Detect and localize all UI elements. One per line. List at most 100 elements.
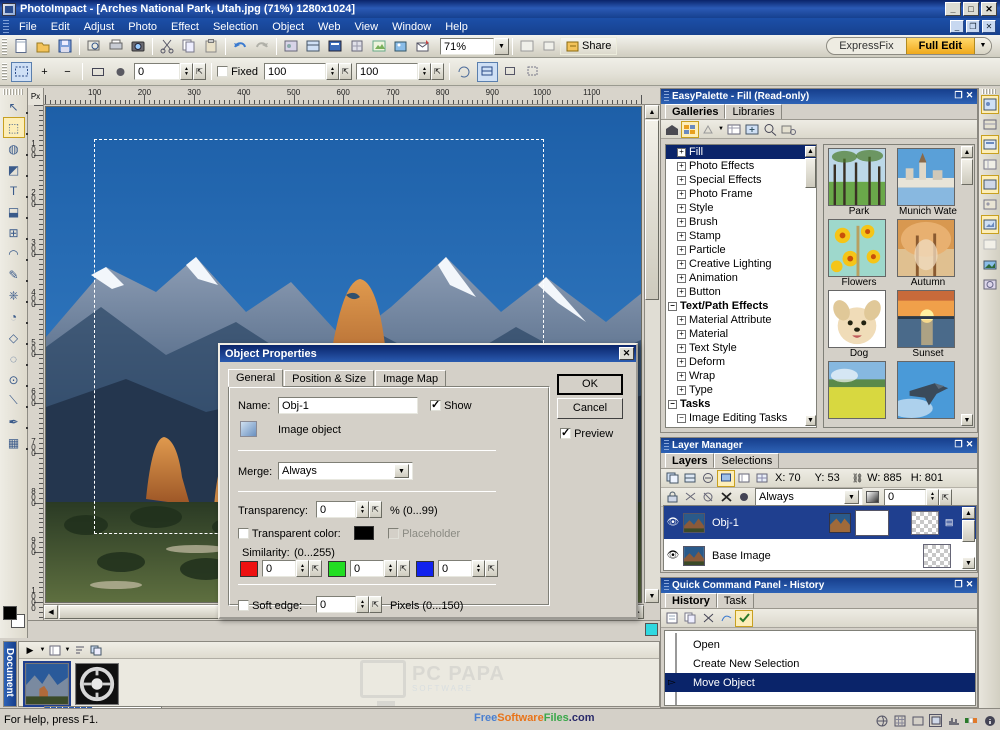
color-swatches[interactable]: [3, 606, 25, 630]
status-fit-icon[interactable]: [911, 714, 924, 727]
similarity-spin-buttons-2[interactable]: ▲ ▼: [472, 560, 485, 577]
opacity-spin-buttons[interactable]: ▲ ▼: [926, 488, 939, 506]
menu-item-photo[interactable]: Photo: [121, 20, 164, 34]
gallery-scroll-up-button[interactable]: ▲: [961, 146, 973, 158]
menu-item-web[interactable]: Web: [311, 20, 347, 34]
soft-edge-checkbox[interactable]: [238, 600, 249, 611]
album-icon[interactable]: [391, 36, 411, 56]
sort-documents-icon[interactable]: [72, 643, 88, 658]
layer-merge-select[interactable]: Always ▼: [755, 488, 863, 506]
layer-merge-dropdown-icon[interactable]: ▼: [844, 490, 859, 504]
maximize-button[interactable]: □: [963, 2, 979, 16]
tree-expander[interactable]: −: [668, 399, 677, 409]
status-histogram-icon[interactable]: [947, 714, 960, 727]
layer-manager-restore-button[interactable]: ❐: [953, 440, 964, 451]
layer-mask-thumbnail[interactable]: [854, 509, 889, 536]
status-color-icon[interactable]: [965, 714, 978, 727]
tree-item-special-effects[interactable]: + Special Effects: [666, 173, 816, 187]
toolbar-grip[interactable]: [2, 37, 7, 55]
softness-icon[interactable]: [110, 62, 131, 82]
transparency-stepper[interactable]: ▲▼ ⇱: [316, 501, 382, 518]
cut-icon[interactable]: [157, 36, 177, 56]
text-tool[interactable]: T: [3, 180, 28, 201]
preview-checkbox[interactable]: [560, 426, 571, 439]
tree-expander[interactable]: +: [677, 245, 686, 255]
retouch-tool[interactable]: ◠: [3, 243, 28, 264]
view-mode-dropdown-icon[interactable]: ▼: [63, 643, 72, 658]
soft-edge-input[interactable]: [316, 596, 356, 613]
ruler-unit-label[interactable]: Px: [28, 88, 44, 105]
tab-general[interactable]: General: [228, 369, 284, 387]
document-tab-bar[interactable]: Document: [3, 641, 17, 707]
print-preview-icon[interactable]: [84, 36, 104, 56]
easypalette-grip[interactable]: [664, 91, 669, 102]
quick-command-grip[interactable]: [664, 580, 669, 591]
rectangle-shape-icon[interactable]: [87, 62, 108, 82]
add-gallery-icon[interactable]: [743, 121, 761, 138]
softness-stepper[interactable]: ▲▼ ⇱: [134, 63, 206, 80]
similarity-stepper-1[interactable]: ▲▼⇱: [350, 560, 410, 577]
tree-expander[interactable]: +: [677, 203, 686, 213]
menu-item-edit[interactable]: Edit: [44, 20, 77, 34]
fixed-height-stepper[interactable]: ▲▼ ⇱: [355, 63, 444, 80]
layer-manager-close-button[interactable]: ✕: [964, 440, 975, 451]
tree-expander[interactable]: +: [677, 175, 686, 185]
quick-command-close-button[interactable]: ✕: [964, 580, 975, 591]
merge-objects-icon[interactable]: [681, 470, 699, 487]
tool-settings-icon[interactable]: [347, 36, 367, 56]
shape-tool[interactable]: ◌: [3, 348, 28, 369]
menu-item-selection[interactable]: Selection: [206, 20, 265, 34]
undo-icon[interactable]: [230, 36, 250, 56]
layer-lock-transparency-icon[interactable]: [699, 489, 717, 506]
doc-minimize-button[interactable]: _: [950, 20, 964, 33]
doc-close-button[interactable]: ✕: [982, 20, 996, 33]
easypalette-icon[interactable]: [281, 36, 301, 56]
soft-edge-checkbox-label[interactable]: Soft edge:: [238, 600, 302, 612]
transparency-input[interactable]: [316, 501, 356, 518]
layer-row[interactable]: 👁 Obj-1 ▤: [664, 506, 976, 539]
canvas-vertical-scrollbar[interactable]: ▲ ▼: [644, 105, 660, 603]
tree-item-deform[interactable]: + Deform: [666, 355, 816, 369]
redo-icon[interactable]: [252, 36, 272, 56]
similarity-stepper-0[interactable]: ▲▼⇱: [262, 560, 322, 577]
fit-window-icon[interactable]: [517, 36, 537, 56]
share-button[interactable]: Share: [560, 37, 618, 55]
zoom-value[interactable]: 71%: [440, 37, 494, 55]
pen-tool[interactable]: ✒: [3, 411, 28, 432]
soft-edge-reset-button[interactable]: ⇱: [369, 596, 382, 613]
strip-effects-icon[interactable]: [981, 275, 999, 294]
fixed-checkbox[interactable]: [217, 65, 228, 77]
path-tool[interactable]: ◩: [3, 159, 28, 180]
copy-icon[interactable]: [179, 36, 199, 56]
gallery-thumb-item[interactable]: Sunset: [897, 290, 959, 360]
attrbar-grip[interactable]: [2, 63, 7, 80]
menu-item-help[interactable]: Help: [438, 20, 475, 34]
scroll-vertical-thumb[interactable]: [645, 120, 659, 300]
tree-item-photo-effects[interactable]: + Photo Effects: [666, 159, 816, 173]
layer-visibility-icon[interactable]: 👁: [666, 550, 680, 561]
tree-item-text-path-effects[interactable]: − Text/Path Effects: [666, 299, 816, 313]
fixed-width-stepper[interactable]: ▲▼ ⇱: [263, 63, 352, 80]
strip-attribute-icon[interactable]: [980, 175, 999, 194]
transparent-color-checkbox-label[interactable]: Transparent color:: [238, 528, 341, 540]
similarity-reset-button-2[interactable]: ⇱: [485, 560, 498, 577]
name-input[interactable]: [278, 397, 418, 414]
mode-dropdown-icon[interactable]: ▼: [975, 38, 991, 54]
history-copy-icon[interactable]: [681, 610, 699, 627]
cancel-button[interactable]: Cancel: [557, 398, 623, 419]
gallery-thumb-item[interactable]: Munich Wate: [897, 148, 959, 218]
softness-reset-button[interactable]: ⇱: [193, 63, 206, 80]
show-checkbox[interactable]: [430, 398, 441, 411]
home-icon[interactable]: [663, 121, 681, 138]
capture-icon[interactable]: [128, 36, 148, 56]
sort-icon[interactable]: [699, 121, 717, 138]
tree-item-material-attribute[interactable]: + Material Attribute: [666, 313, 816, 327]
tab-history[interactable]: History: [665, 593, 717, 608]
scroll-down-button[interactable]: ▼: [645, 589, 659, 603]
layer-hide-icon[interactable]: [681, 489, 699, 506]
soft-edge-spin-buttons[interactable]: ▲ ▼: [356, 596, 369, 613]
gallery-thumb-item[interactable]: Dog: [828, 290, 890, 360]
sort-dropdown-icon[interactable]: ▼: [717, 121, 725, 138]
similarity-color-swatch-0[interactable]: [240, 561, 258, 577]
scroll-left-button[interactable]: ◀: [44, 605, 58, 619]
